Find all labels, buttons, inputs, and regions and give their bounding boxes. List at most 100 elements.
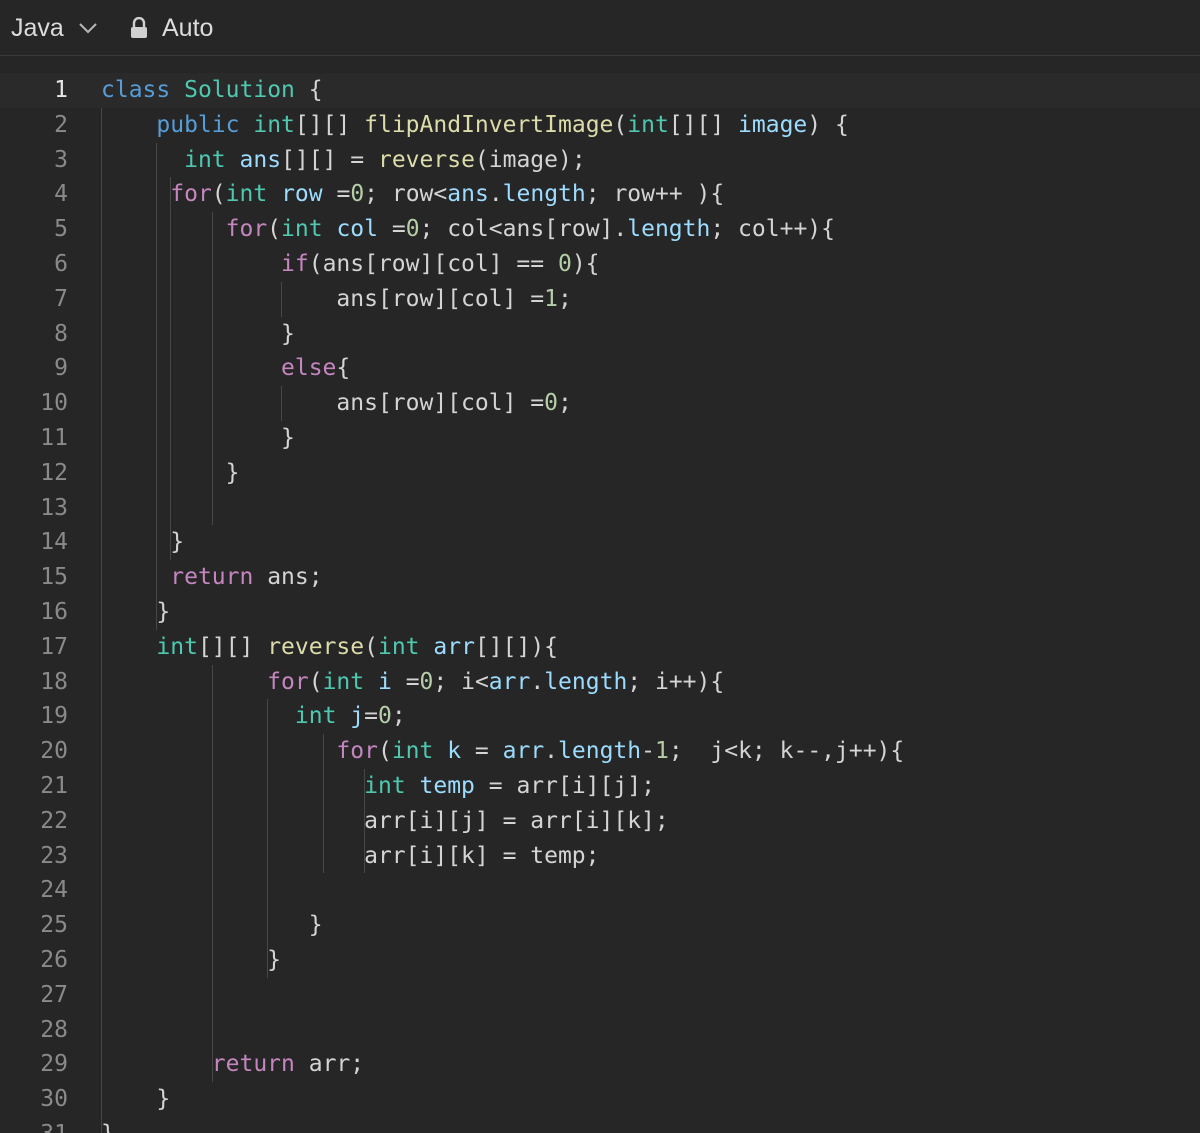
code-token: ;: [557, 390, 572, 417]
code-token: int: [294, 703, 337, 730]
line-number: 4: [54, 181, 68, 208]
code-line[interactable]: 16 }: [0, 595, 1200, 630]
code-token: return: [170, 564, 254, 591]
code-line[interactable]: 4 for(int row =0; row<ans.length; row++ …: [0, 177, 1200, 212]
code-token: length: [544, 668, 628, 695]
code-line[interactable]: 28: [0, 1013, 1200, 1048]
code-token: (ans[row][col] ==: [308, 251, 558, 277]
code-line[interactable]: 12 }: [0, 456, 1200, 491]
line-code: public int[][] flipAndInvertImage(int[][…: [101, 108, 849, 143]
code-line[interactable]: 8 }: [0, 317, 1200, 352]
code-token: 0: [419, 668, 434, 695]
code-token: return: [211, 1051, 295, 1078]
language-selector[interactable]: Java: [0, 0, 98, 56]
line-code: }: [101, 421, 295, 456]
code-token: = arr[i][j];: [474, 773, 655, 799]
code-line[interactable]: 24: [0, 873, 1200, 908]
code-line[interactable]: 1 class Solution {: [0, 73, 1200, 108]
line-number: 28: [40, 1016, 68, 1043]
code-line[interactable]: 22 arr[i][j] = arr[i][k];: [0, 804, 1200, 839]
code-line[interactable]: 30 }: [0, 1082, 1200, 1117]
line-code: int j=0;: [101, 699, 406, 734]
code-token: (: [211, 181, 226, 208]
code-token: ; row<: [364, 181, 448, 208]
code-line[interactable]: 14 }: [0, 525, 1200, 560]
code-token: for: [225, 216, 268, 243]
line-number: 3: [54, 146, 68, 173]
code-token: }: [101, 459, 240, 486]
code-token: 0: [378, 703, 392, 730]
line-number: 15: [40, 564, 68, 591]
code-token: int: [377, 633, 420, 660]
code-line[interactable]: 11 }: [0, 421, 1200, 456]
code-token: }: [101, 425, 295, 451]
code-line[interactable]: 27: [0, 978, 1200, 1013]
code-line[interactable]: 5 for(int col =0; col<ans[row].length; c…: [0, 212, 1200, 247]
line-number: 14: [40, 529, 68, 556]
code-token: 0: [350, 181, 365, 208]
line-code: }: [101, 456, 240, 491]
code-line[interactable]: 7 ans[row][col] =1;: [0, 282, 1200, 317]
code-token: 1: [654, 738, 669, 765]
code-token: [][]: [197, 633, 268, 660]
code-token: int: [391, 738, 434, 765]
line-number: 20: [40, 738, 68, 765]
code-token: int: [253, 111, 295, 138]
code-token: int: [156, 633, 198, 660]
code-token: ;: [391, 703, 406, 730]
code-editor[interactable]: 1 class Solution {2 public int[][] flipAn…: [0, 56, 1200, 1133]
code-token: class: [101, 77, 171, 103]
code-line[interactable]: 3 int ans[][] = reverse(image);: [0, 143, 1200, 178]
code-line[interactable]: 2 public int[][] flipAndInvertImage(int[…: [0, 108, 1200, 143]
code-token: j: [350, 703, 365, 730]
line-number: 7: [54, 285, 68, 312]
line-code: for(int k = arr.length-1; j<k; k--,j++){: [101, 734, 904, 769]
line-code: class Solution {: [101, 73, 323, 108]
code-line[interactable]: 19 int j=0;: [0, 699, 1200, 734]
line-number: 8: [54, 320, 68, 347]
code-token: reverse: [267, 633, 365, 660]
line-number: 19: [40, 703, 68, 730]
code-line[interactable]: 9 else{: [0, 351, 1200, 386]
code-line[interactable]: 15 return ans;: [0, 560, 1200, 595]
line-number: 26: [40, 947, 68, 973]
code-token: if: [281, 251, 309, 277]
code-token: i: [377, 668, 392, 695]
code-token: (: [308, 668, 323, 695]
code-line[interactable]: 10 ans[row][col] =0;: [0, 386, 1200, 421]
code-token: arr: [488, 668, 531, 695]
code-token: ; col<ans[row].: [419, 216, 628, 243]
code-line[interactable]: 23 arr[i][k] = temp;: [0, 839, 1200, 874]
code-line[interactable]: 17 int[][] reverse(int arr[][]){: [0, 630, 1200, 665]
line-number: 10: [40, 390, 68, 417]
code-line[interactable]: 31}: [0, 1117, 1200, 1133]
code-line[interactable]: 25 }: [0, 908, 1200, 943]
code-token: =: [461, 738, 503, 765]
mode-indicator[interactable]: Auto: [130, 0, 213, 56]
line-code: int[][] reverse(int arr[][]){: [101, 630, 558, 665]
code-line[interactable]: 29 return arr;: [0, 1047, 1200, 1082]
code-token: }: [101, 599, 171, 625]
code-line[interactable]: 6 if(ans[row][col] == 0){: [0, 247, 1200, 282]
line-code: }: [101, 1082, 170, 1117]
line-code: }: [101, 908, 323, 943]
code-line[interactable]: 26 }: [0, 943, 1200, 978]
code-token: 0: [405, 216, 420, 243]
code-token: ) {: [807, 111, 849, 138]
code-line[interactable]: 20 for(int k = arr.length-1; j<k; k--,j+…: [0, 734, 1200, 769]
code-line[interactable]: 18 for(int i =0; i<arr.length; i++){: [0, 665, 1200, 700]
code-line[interactable]: 21 int temp = arr[i][j];: [0, 769, 1200, 804]
line-code: for(int col =0; col<ans[row].length; col…: [101, 212, 835, 247]
code-line[interactable]: 13: [0, 491, 1200, 526]
line-number: 25: [40, 912, 68, 939]
